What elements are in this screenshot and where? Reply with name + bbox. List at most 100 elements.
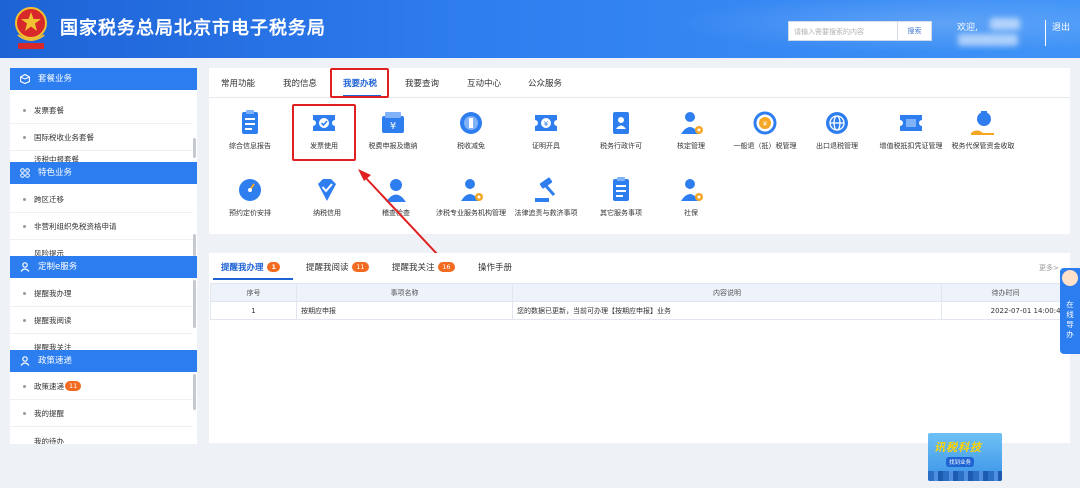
blurred-username	[990, 18, 1020, 30]
tab-my-info[interactable]: 我的信息	[283, 77, 317, 89]
sidebar-scrollbar[interactable]	[193, 280, 196, 328]
welcome-text: 欢迎,	[957, 23, 978, 33]
service-audit-inspection[interactable]: 稽查检查	[356, 175, 436, 219]
refund-cycle-icon: ¥	[753, 111, 777, 135]
document-list-icon	[242, 110, 258, 134]
sidebar-item-cross-region[interactable]: 跨区迁移	[10, 186, 193, 213]
sidebar-section-featured[interactable]: 特色业务	[10, 162, 197, 184]
service-tax-reduction[interactable]: 税收减免	[431, 108, 511, 152]
sidebar-item-my-todo[interactable]: 我的待办	[10, 432, 193, 444]
service-social-security[interactable]: 社保	[651, 175, 731, 219]
logout-link[interactable]: 退出	[1052, 20, 1070, 33]
sidebar-scrollbar[interactable]	[193, 138, 196, 158]
count-badge: 11	[352, 262, 369, 272]
service-pricing-arrangement[interactable]: 预约定价安排	[210, 175, 290, 219]
sidebar-item-my-reminders[interactable]: 我的提醒	[10, 400, 193, 427]
coin-stack-icon	[460, 112, 482, 134]
online-guide-label: 在线导办	[1066, 300, 1074, 339]
user-gear-icon	[461, 179, 483, 201]
service-certificate-issue[interactable]: ¥ 证明开具	[506, 108, 586, 152]
service-custody-funds[interactable]: 税务代保管资金收取	[943, 108, 1023, 152]
service-legal-remedy[interactable]: 法律追责与救济事项	[506, 175, 586, 219]
table-header-row: 序号 事项名称 内容说明 待办时间	[210, 283, 1070, 302]
tab-operation-manual[interactable]: 操作手册	[478, 261, 512, 273]
service-professional-agency[interactable]: 涉税专业服务机构管理	[431, 175, 511, 219]
sidebar-item-intl-tax-package[interactable]: 国际税收业务套餐	[10, 124, 193, 151]
search-input[interactable]: 请输入需要搜索的内容	[788, 21, 898, 41]
tab-public-service[interactable]: 公众服务	[528, 77, 562, 89]
online-guide-button[interactable]: 在线导办	[1060, 268, 1080, 354]
gavel-icon	[535, 177, 556, 202]
sidebar-item-nonprofit-exempt[interactable]: 非营利组织免税资格申请	[10, 213, 193, 240]
sidebar-section-title: 政策速递	[38, 356, 73, 366]
sidebar-item-remind-read[interactable]: 提醒我阅读	[10, 307, 193, 334]
promo-banner[interactable]: 讯税科技 找到业务	[928, 433, 1002, 481]
reminder-panel: 提醒我办理 1 提醒我阅读 11 提醒我关注 16 操作手册 更多> 序号 事项…	[209, 253, 1070, 443]
cell-index: 1	[210, 301, 297, 320]
globe-icon	[826, 112, 848, 134]
cell-description: 您的数据已更新，当前可办理【按期应申报】业务	[512, 301, 942, 320]
main-tabs: 常用功能 我的信息 我要办税 我要查询 互动中心 公众服务	[209, 68, 1070, 98]
blurred-company	[958, 34, 1018, 46]
svg-text:¥: ¥	[390, 121, 396, 132]
service-tax-credit[interactable]: 纳税信用	[287, 175, 367, 219]
money-bag-hand-icon	[971, 111, 994, 135]
sidebar-section-custom-service[interactable]: 定制e服务	[10, 256, 197, 278]
user-icon	[20, 262, 30, 272]
sidebar-item-label: 政策速递	[34, 382, 64, 391]
sidebar-item-invoice-package[interactable]: 发票套餐	[10, 97, 193, 124]
column-header: 序号	[210, 283, 297, 302]
service-export-refund[interactable]: 出口退税管理	[797, 108, 877, 152]
active-tab-indicator	[213, 278, 293, 280]
sidebar-section-title: 套餐业务	[38, 74, 73, 84]
sidebar-item-risk-notice[interactable]: 风险提示	[10, 244, 193, 256]
tab-query[interactable]: 我要查询	[405, 77, 439, 89]
national-tax-emblem-icon	[15, 7, 47, 49]
site-title: 国家税务总局北京市电子税务局	[60, 18, 326, 39]
sidebar-item-remind-handle[interactable]: 提醒我办理	[10, 280, 193, 307]
tab-remind-read[interactable]: 提醒我阅读 11	[306, 261, 369, 273]
sidebar: 套餐业务 发票套餐 国际税收业务套餐 涉税中报套餐 特色业务 跨区迁移 非营利组…	[10, 68, 197, 444]
wallet-yuan-icon: ¥	[382, 112, 404, 133]
table-row[interactable]: 1 按期应申报 您的数据已更新，当前可办理【按期应申报】业务 2022-07-0…	[210, 301, 1070, 320]
sidebar-item-policy-express[interactable]: 政策速递 11	[10, 373, 193, 400]
service-admin-license[interactable]: 税务行政许可	[581, 108, 661, 152]
cell-item-name[interactable]: 按期应申报	[296, 301, 513, 320]
sidebar-item-remind-follow[interactable]: 提醒我关注	[10, 338, 193, 350]
user-gear-icon	[681, 112, 703, 134]
sidebar-section-package[interactable]: 套餐业务	[10, 68, 197, 90]
sidebar-section-title: 定制e服务	[38, 262, 78, 272]
tab-interaction[interactable]: 互动中心	[467, 77, 501, 89]
service-panel: 常用功能 我的信息 我要办税 我要查询 互动中心 公众服务 综合信息报告 发票使…	[209, 68, 1070, 234]
sidebar-item-tax-declare-package[interactable]: 涉税中报套餐	[10, 150, 193, 162]
more-link[interactable]: 更多>	[1039, 263, 1059, 273]
document-list-icon	[613, 177, 629, 201]
sidebar-section-policy[interactable]: 政策速递	[10, 350, 197, 372]
column-header: 事项名称	[296, 283, 513, 302]
search-button[interactable]: 搜索	[898, 21, 932, 41]
tab-common-functions[interactable]: 常用功能	[221, 77, 255, 89]
tab-remind-handle[interactable]: 提醒我办理 1	[221, 261, 281, 273]
service-general-refund[interactable]: ¥ 一般退（抵）税管理	[725, 108, 805, 152]
promo-title: 讯税科技	[934, 441, 982, 454]
tab-highlight-box	[330, 68, 389, 98]
sidebar-section-title: 特色业务	[38, 168, 73, 178]
service-comprehensive-report[interactable]: 综合信息报告	[210, 108, 290, 152]
header-divider	[1045, 20, 1046, 46]
service-other-matters[interactable]: 其它服务事项	[581, 175, 661, 219]
tab-remind-follow[interactable]: 提醒我关注 16	[392, 261, 455, 273]
sidebar-scrollbar[interactable]	[193, 374, 196, 410]
top-header: 国家税务总局北京市电子税务局 请输入需要搜索的内容 搜索 欢迎, 退出	[0, 0, 1080, 58]
service-vat-deduction[interactable]: 增值税抵扣凭证管理	[871, 108, 951, 152]
id-badge-icon	[613, 112, 629, 134]
column-header: 内容说明	[512, 283, 942, 302]
count-badge: 1	[267, 262, 281, 272]
service-assessment-mgmt[interactable]: 核定管理	[651, 108, 731, 152]
service-tax-declare-pay[interactable]: ¥ 税费申报及缴纳	[353, 108, 433, 152]
sidebar-scrollbar[interactable]	[193, 234, 196, 256]
reminder-table: 序号 事项名称 内容说明 待办时间 1 按期应申报 您的数据已更新，当前可办理【…	[210, 283, 1070, 320]
cube-icon	[20, 74, 30, 84]
assistant-avatar-icon	[1062, 270, 1078, 286]
svg-text:¥: ¥	[763, 120, 768, 128]
certificate-yuan-icon: ¥	[535, 115, 557, 131]
